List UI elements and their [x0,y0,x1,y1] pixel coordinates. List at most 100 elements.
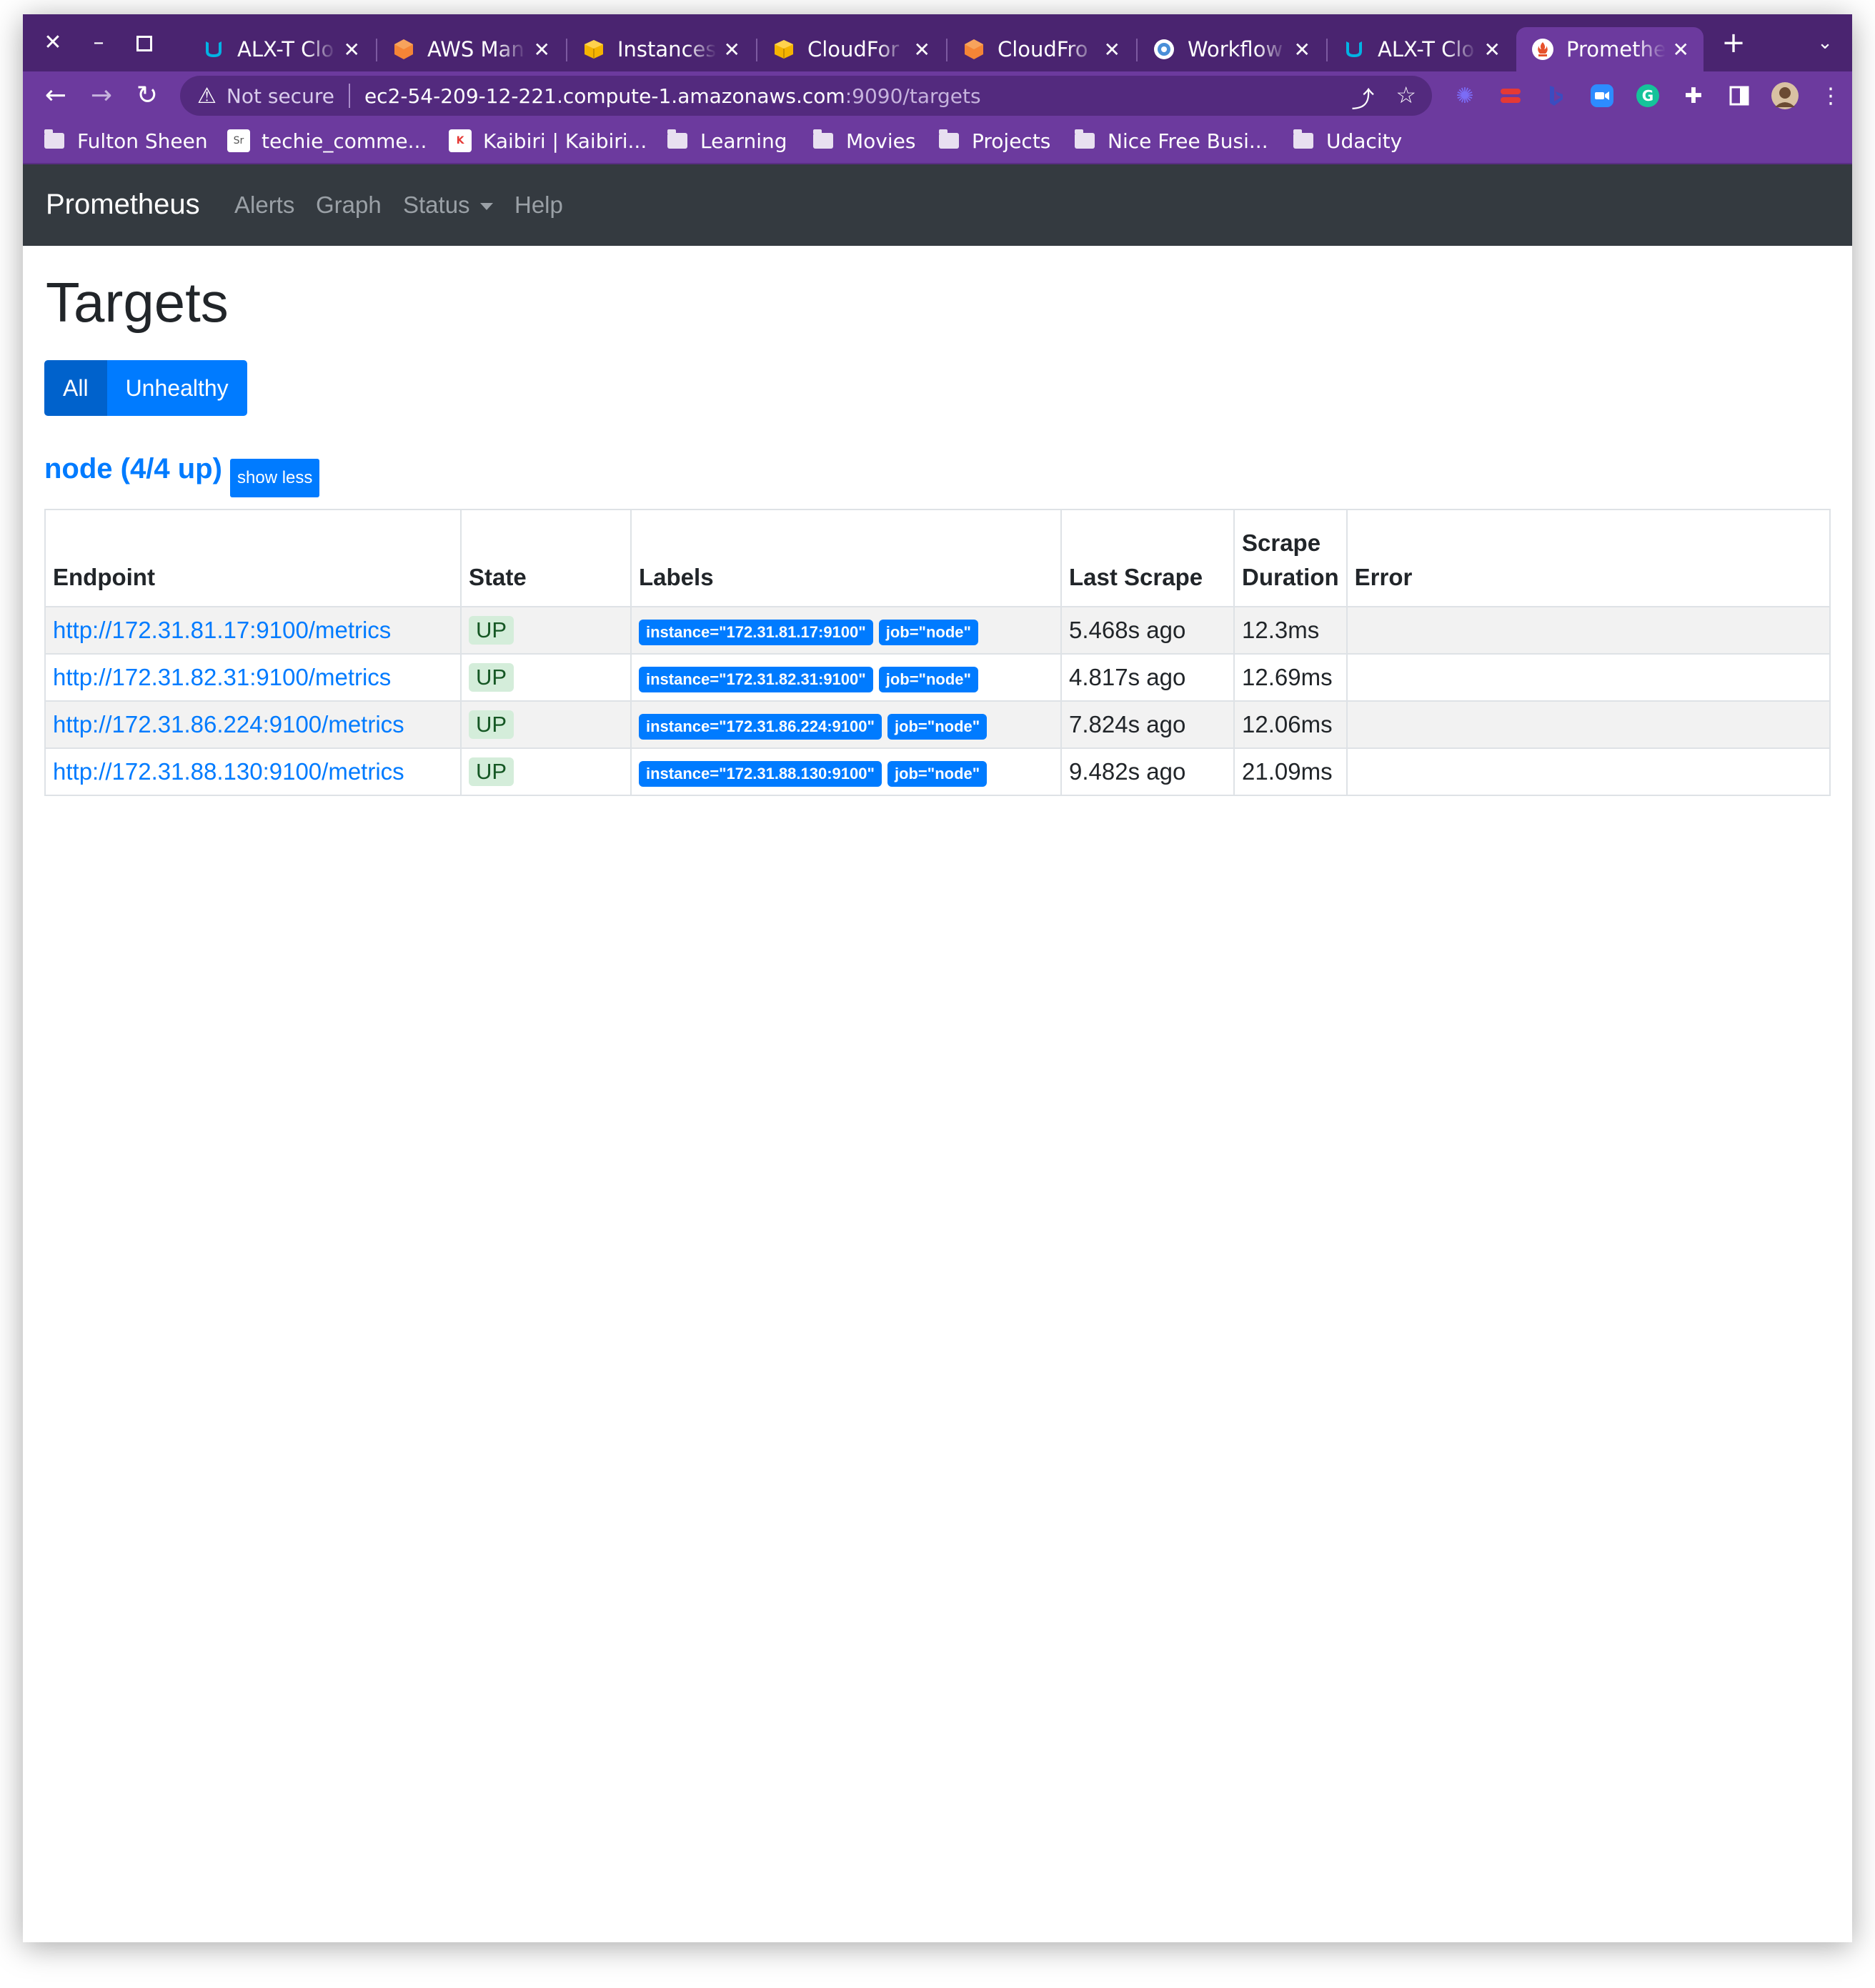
col-labels: Labels [630,509,1062,607]
browser-tab[interactable]: Instances ✕ [567,27,755,71]
bookmark-item[interactable]: Movies [813,126,915,156]
more-menu-icon[interactable]: ⋮ [1816,81,1845,110]
folder-icon [667,129,687,149]
browser-tab[interactable]: Workflow ✕ [1138,27,1325,71]
back-arrow-icon[interactable]: ← [37,77,74,114]
status-badge: UP [469,663,514,692]
endpoint-link[interactable]: http://172.31.86.224:9100/metrics [53,711,404,737]
warning-icon: ⚠ [197,83,217,109]
share-icon[interactable]: ⤴ [1351,81,1374,114]
col-error: Error [1346,509,1831,607]
extension-bing-icon[interactable] [1542,81,1571,110]
bookmarks-bar: Fulton Sheen Sr techie_comme... K Kaibir… [23,119,1852,164]
status-badge: UP [469,616,514,645]
label-badge: job="node" [887,713,988,740]
last-scrape-cell: 5.468s ago [1060,606,1235,655]
bookmark-item[interactable]: Learning [667,126,787,156]
nav-help[interactable]: Help [514,192,563,219]
col-scrape-duration: Scrape Duration [1233,509,1348,607]
col-state: State [460,509,632,607]
filter-unhealthy-button[interactable]: Unhealthy [106,360,247,416]
extension-gear-icon[interactable]: ✺ [1451,81,1479,110]
nav-alerts[interactable]: Alerts [234,192,294,219]
endpoint-link[interactable]: http://172.31.82.31:9100/metrics [53,664,391,690]
browser-window: ✕ – ALX-T Clo ✕ AWS Man ✕ Instances ✕ Cl… [23,14,1852,1942]
col-last-scrape: Last Scrape [1060,509,1235,607]
bookmark-item[interactable]: Fulton Sheen [44,126,208,156]
label-badge: job="node" [878,666,978,692]
last-scrape-cell: 7.824s ago [1060,700,1235,749]
site-icon: Sr [227,129,250,152]
folder-icon [44,129,64,149]
circleci-icon [1152,37,1176,61]
extension-red-icon[interactable] [1496,81,1525,110]
label-badge: job="node" [878,619,978,645]
site-icon: K [449,129,472,152]
zoom-video-icon[interactable] [1588,81,1616,110]
extensions-puzzle-icon[interactable]: ✚ [1679,81,1708,110]
tab-close-icon[interactable]: ✕ [1484,38,1501,61]
forward-arrow-icon[interactable]: → [83,77,120,114]
side-panel-icon[interactable] [1725,81,1754,110]
bookmark-item[interactable]: K Kaibiri | Kaibiri... [449,126,647,156]
bookmark-item[interactable]: Sr techie_comme... [227,126,427,156]
label-badge: instance="172.31.86.224:9100" [639,713,882,740]
col-endpoint: Endpoint [44,509,462,607]
table-row: http://172.31.88.130:9100/metrics UP ins… [44,747,1831,796]
bookmark-item[interactable]: Nice Free Busi... [1075,126,1268,156]
endpoint-link[interactable]: http://172.31.88.130:9100/metrics [53,758,404,785]
folder-icon [813,129,833,149]
cloudformation-box-icon [772,37,796,61]
tab-close-icon[interactable]: ✕ [1673,38,1689,61]
avatar[interactable] [1771,81,1799,110]
scrape-duration-cell: 12.69ms [1233,653,1348,702]
minimize-window-icon[interactable]: – [83,27,114,59]
browser-tab[interactable]: ALX-T Clo ✕ [187,27,374,71]
table-header-row: Endpoint State Labels Last Scrape Scrape… [44,509,1831,607]
table-row: http://172.31.86.224:9100/metrics UP ins… [44,700,1831,749]
maximize-window-icon[interactable] [129,27,160,59]
target-group-link[interactable]: node (4/4 up) [44,453,222,485]
table-row: http://172.31.81.17:9100/metrics UP inst… [44,606,1831,655]
grammarly-icon[interactable]: G [1633,81,1662,110]
nav-status-dropdown[interactable]: Status [403,192,493,219]
bookmark-star-icon[interactable]: ☆ [1396,81,1416,114]
scrape-duration-cell: 12.3ms [1233,606,1348,655]
aws-icon [392,37,416,61]
tab-close-icon[interactable]: ✕ [344,38,360,61]
show-less-button[interactable]: show less [230,459,320,497]
folder-icon [1293,129,1313,149]
tab-close-icon[interactable]: ✕ [914,38,930,61]
address-bar[interactable]: ⚠ Not secure ec2-54-209-12-221.compute-1… [180,76,1432,116]
url-host: ec2-54-209-12-221.compute-1.amazonaws.co… [364,84,845,108]
filter-all-button[interactable]: All [44,360,107,416]
browser-tab[interactable]: CloudFor ✕ [757,27,945,71]
error-cell [1346,653,1831,702]
tab-close-icon[interactable]: ✕ [1294,38,1310,61]
ec2-box-icon [582,37,606,61]
prometheus-navbar: Prometheus Alerts Graph Status Help [23,164,1852,246]
close-window-icon[interactable]: ✕ [37,27,69,59]
bookmark-item[interactable]: Udacity [1293,126,1402,156]
browser-tab[interactable]: AWS Man ✕ [377,27,565,71]
browser-tab-active[interactable]: Promethe ✕ [1516,27,1704,71]
scrape-duration-cell: 21.09ms [1233,747,1348,796]
caret-down-icon [479,203,493,211]
tab-close-icon[interactable]: ✕ [534,38,550,61]
status-badge: UP [469,710,514,739]
tab-search-chevron-icon[interactable]: ⌄ [1809,27,1841,59]
reload-icon[interactable]: ↻ [129,77,166,114]
label-badge: job="node" [887,760,988,787]
table-row: http://172.31.82.31:9100/metrics UP inst… [44,653,1831,702]
udacity-icon [202,37,226,61]
browser-tab[interactable]: CloudFro ✕ [948,27,1135,71]
browser-tab[interactable]: ALX-T Clo ✕ [1328,27,1515,71]
brand-link[interactable]: Prometheus [46,189,200,221]
endpoint-link[interactable]: http://172.31.81.17:9100/metrics [53,617,391,643]
bookmark-item[interactable]: Projects [939,126,1050,156]
nav-graph[interactable]: Graph [316,192,382,219]
tab-close-icon[interactable]: ✕ [724,38,740,61]
new-tab-icon[interactable]: + [1718,27,1749,59]
tab-close-icon[interactable]: ✕ [1104,38,1120,61]
folder-icon [939,129,959,149]
